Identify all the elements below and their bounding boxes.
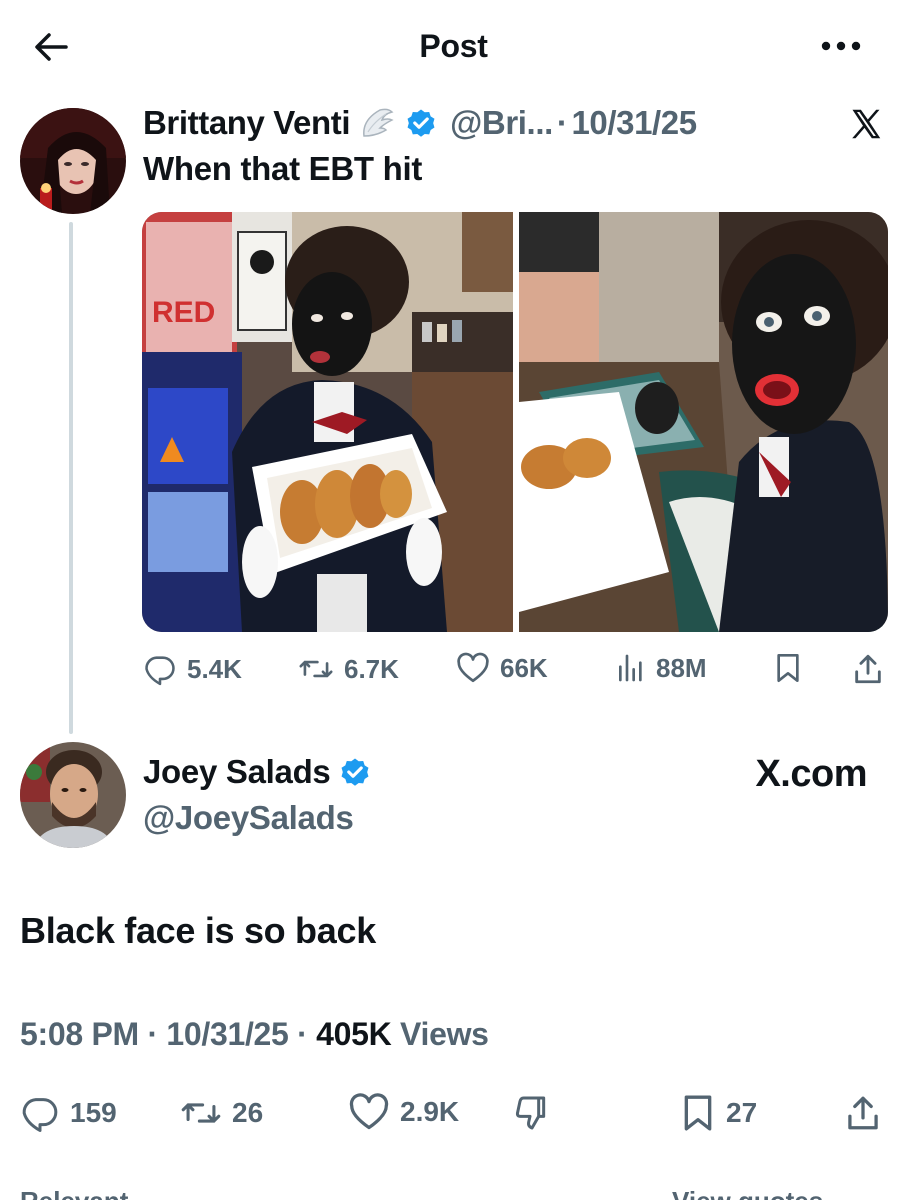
repost-button[interactable]: 26 — [180, 1093, 263, 1133]
bookmark-button[interactable]: 27 — [680, 1093, 757, 1133]
reply-author-name[interactable]: Joey Salads — [143, 753, 331, 791]
quoted-post-header: Brittany Venti @Bri... · 10/31/25 — [143, 103, 697, 143]
quoted-author-name[interactable]: Brittany Venti — [143, 104, 351, 142]
quoted-like-button[interactable]: 66K — [456, 652, 548, 684]
share-icon — [848, 1096, 878, 1130]
meta-separator: · — [147, 1016, 158, 1052]
like-icon — [349, 1093, 389, 1130]
bookmark-icon — [777, 654, 799, 682]
page-title: Post — [419, 28, 488, 64]
photo-left[interactable]: RED — [142, 212, 513, 632]
views-count: 405K — [316, 1016, 392, 1052]
repost-icon — [299, 660, 333, 678]
quoted-post-date[interactable]: 10/31/25 — [571, 104, 697, 142]
quoted-post-text: When that EBT hit — [143, 150, 423, 187]
like-button[interactable]: 2.9K — [348, 1093, 459, 1131]
more-icon — [821, 41, 861, 51]
quoted-views-count: 88M — [656, 652, 707, 683]
photo-right[interactable] — [519, 212, 888, 632]
quoted-bookmark-button[interactable] — [773, 652, 803, 684]
reply-icon — [145, 656, 175, 686]
post-meta: 5:08 PM · 10/31/25 · 405K Views — [20, 1016, 489, 1053]
bookmark-icon — [684, 1095, 712, 1131]
like-icon — [457, 652, 489, 683]
bookmark-count: 27 — [726, 1097, 758, 1128]
repost-count: 26 — [232, 1097, 264, 1128]
meta-separator: · — [297, 1016, 308, 1052]
verified-badge-icon — [407, 109, 435, 137]
dislike-icon — [515, 1096, 546, 1130]
quoted-like-count: 66K — [500, 652, 548, 683]
post-date[interactable]: 10/31/25 — [166, 1016, 288, 1052]
quoted-author-handle[interactable]: @Bri... — [450, 104, 553, 142]
quoted-reply-button[interactable]: 5.4K — [143, 652, 242, 686]
reply-author-name-row: Joey Salads — [143, 753, 372, 791]
header-separator: · — [556, 104, 568, 141]
reply-icon — [22, 1098, 58, 1132]
verified-badge-icon — [342, 758, 369, 786]
x-logo-icon — [848, 106, 884, 142]
views-label: Views — [400, 1016, 489, 1052]
like-count: 2.9K — [400, 1096, 460, 1127]
quoted-author-avatar[interactable] — [20, 108, 126, 214]
view-quotes-link[interactable]: View quotes — [672, 1186, 823, 1200]
svg-text:RED: RED — [152, 296, 215, 329]
source-label: X.com — [755, 753, 867, 795]
post-actions: 159 26 2.9K 27 — [0, 1093, 907, 1133]
more-button[interactable] — [818, 36, 864, 56]
quoted-reply-count: 5.4K — [187, 653, 242, 684]
quoted-repost-count: 6.7K — [344, 653, 399, 684]
reply-text: Black face is so back — [20, 910, 376, 951]
sort-relevant-button[interactable]: Relevant — [20, 1186, 128, 1200]
quoted-views-button[interactable]: 88M — [616, 652, 707, 684]
view-quotes-label: View quotes — [672, 1186, 823, 1200]
dislike-button[interactable] — [512, 1093, 552, 1133]
sort-label: Relevant — [20, 1186, 128, 1200]
reply-count: 159 — [70, 1097, 117, 1128]
share-icon — [855, 654, 881, 684]
views-icon — [619, 654, 642, 682]
top-bar: Post — [0, 0, 907, 95]
quoted-repost-button[interactable]: 6.7K — [298, 652, 399, 686]
repost-icon — [181, 1103, 221, 1123]
post-time[interactable]: 5:08 PM — [20, 1016, 139, 1052]
share-button[interactable] — [845, 1093, 881, 1133]
quoted-post-actions: 5.4K 6.7K 66K 88M — [0, 652, 907, 686]
quoted-share-button[interactable] — [852, 652, 884, 686]
reply-button[interactable]: 159 — [20, 1093, 117, 1133]
reply-author-handle[interactable]: @JoeySalads — [143, 799, 354, 837]
reply-author-avatar[interactable] — [20, 742, 126, 848]
wing-emoji-icon — [363, 108, 394, 137]
